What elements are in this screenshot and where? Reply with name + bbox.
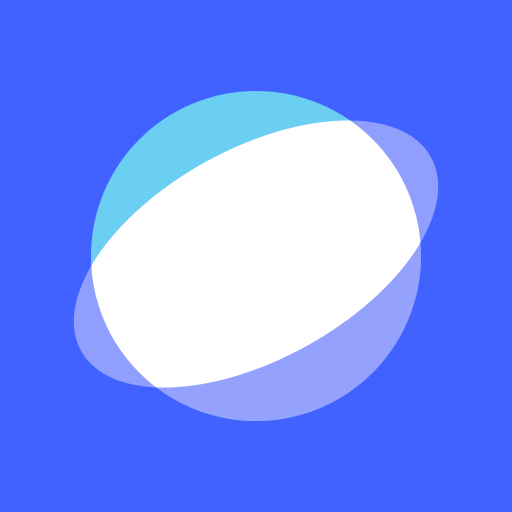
app-icon-canvas [0, 0, 512, 512]
planet-icon [73, 91, 439, 421]
